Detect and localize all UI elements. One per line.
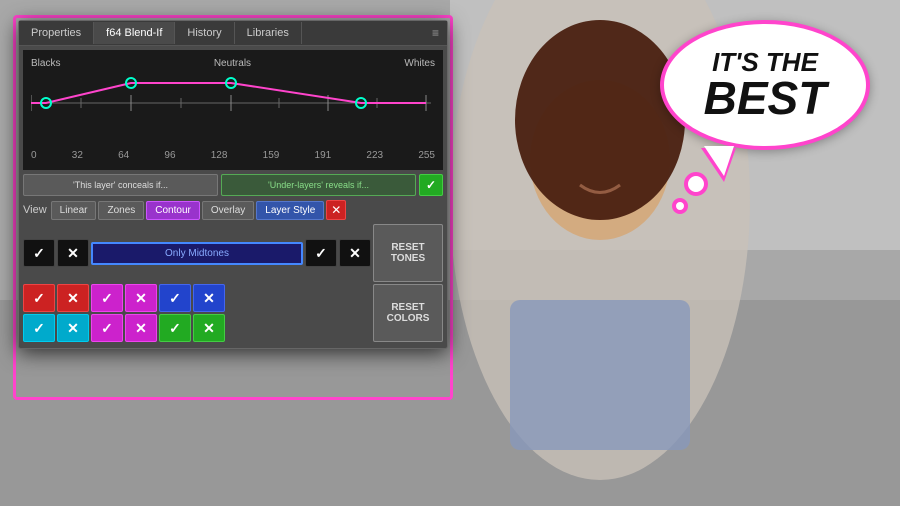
blend-if-chart: Blacks Neutrals Whites 0 — [23, 50, 443, 170]
checkbox-blue-check[interactable]: ✓ — [159, 284, 191, 312]
tab-properties[interactable]: Properties — [19, 22, 94, 44]
tone-curve-svg — [31, 73, 435, 148]
reset-colors-button[interactable]: RESETCOLORS — [373, 284, 443, 342]
tones-row-1: ✓ ✕ Only Midtones ✓ ✕ RESET TONES — [23, 224, 443, 282]
this-layer-button[interactable]: 'This layer' conceals if... — [23, 174, 218, 196]
reset-tones-button[interactable]: RESET TONES — [373, 224, 443, 282]
x-green: ✕ — [203, 320, 215, 337]
checkbox-red-x[interactable]: ✕ — [57, 284, 89, 312]
layer-buttons-row: 'This layer' conceals if... 'Under-layer… — [23, 174, 443, 196]
check-blue: ✓ — [169, 290, 181, 307]
view-row: View Linear Zones Contour Overlay Layer … — [23, 200, 443, 220]
checkbox-green-x[interactable]: ✕ — [193, 314, 225, 342]
view-layerstyle-button[interactable]: Layer Style — [256, 201, 324, 220]
x-magenta2: ✕ — [135, 320, 147, 337]
x-icon-2: ✕ — [349, 245, 361, 262]
color-checkboxes: ✓ ✕ ✓ ✕ ✓ ✕ — [23, 284, 371, 342]
check-icon: ✓ — [33, 245, 45, 262]
checkbox-magenta-check[interactable]: ✓ — [91, 284, 123, 312]
checkbox-magenta2-x[interactable]: ✕ — [125, 314, 157, 342]
label-neutrals: Neutrals — [214, 58, 251, 69]
tab-libraries[interactable]: Libraries — [235, 22, 302, 44]
view-label: View — [23, 204, 47, 216]
panel-tabs: Properties f64 Blend-If History Librarie… — [19, 21, 447, 46]
only-midtones-button[interactable]: Only Midtones — [91, 242, 303, 265]
photoshop-panel: Properties f64 Blend-If History Librarie… — [18, 20, 448, 349]
close-icon: ✕ — [331, 203, 341, 217]
checkbox-black-x[interactable]: ✕ — [57, 239, 89, 267]
panel-menu-icon[interactable]: ≡ — [424, 21, 447, 45]
speech-bubble: IT'S THE BEST — [660, 20, 870, 150]
check-magenta: ✓ — [101, 290, 113, 307]
colors-rows: ✓ ✕ ✓ ✕ ✓ ✕ — [23, 284, 443, 342]
colors-row-2: ✓ ✕ ✓ ✕ ✓ ✕ — [23, 284, 371, 312]
checkbox-magenta2-check[interactable]: ✓ — [91, 314, 123, 342]
colors-row-3: ✓ ✕ ✓ ✕ ✓ ✕ — [23, 314, 371, 342]
check-red: ✓ — [33, 290, 45, 307]
check-cyan: ✓ — [33, 320, 45, 337]
view-contour-button[interactable]: Contour — [146, 201, 200, 220]
under-layers-button[interactable]: 'Under-layers' reveals if... — [221, 174, 416, 196]
tab-history[interactable]: History — [175, 22, 234, 44]
x-blue: ✕ — [203, 290, 215, 307]
chart-labels-bottom: 0 32 64 96 128 159 191 223 255 — [31, 150, 435, 161]
view-overlay-button[interactable]: Overlay — [202, 201, 254, 220]
view-close-button[interactable]: ✕ — [326, 200, 346, 220]
checkbox-cyan-x[interactable]: ✕ — [57, 314, 89, 342]
checkbox-cyan-check[interactable]: ✓ — [23, 314, 55, 342]
x-cyan: ✕ — [67, 320, 79, 337]
tab-blend-if[interactable]: f64 Blend-If — [94, 22, 175, 44]
check-magenta2: ✓ — [101, 320, 113, 337]
speech-text-line2: BEST — [704, 75, 827, 121]
checkbox-blue-x[interactable]: ✕ — [193, 284, 225, 312]
x-magenta: ✕ — [135, 290, 147, 307]
checkbox-red-check[interactable]: ✓ — [23, 284, 55, 312]
checkbox-mid-x[interactable]: ✕ — [339, 239, 371, 267]
x-red: ✕ — [67, 290, 79, 307]
label-whites: Whites — [404, 58, 435, 69]
checkbox-magenta-x[interactable]: ✕ — [125, 284, 157, 312]
check-green: ✓ — [169, 320, 181, 337]
bubble-dot-large — [684, 172, 708, 196]
checkbox-black-check[interactable]: ✓ — [23, 239, 55, 267]
view-zones-button[interactable]: Zones — [98, 201, 144, 220]
view-linear-button[interactable]: Linear — [51, 201, 97, 220]
checkbox-mid-check[interactable]: ✓ — [305, 239, 337, 267]
label-blacks: Blacks — [31, 58, 60, 69]
confirm-icon: ✓ — [426, 178, 436, 192]
x-icon: ✕ — [67, 245, 79, 262]
checkbox-green-check[interactable]: ✓ — [159, 314, 191, 342]
confirm-green-button[interactable]: ✓ — [419, 174, 443, 196]
check-icon-2: ✓ — [315, 245, 327, 262]
bubble-dot-small — [672, 198, 688, 214]
chart-labels-top: Blacks Neutrals Whites — [31, 58, 435, 69]
